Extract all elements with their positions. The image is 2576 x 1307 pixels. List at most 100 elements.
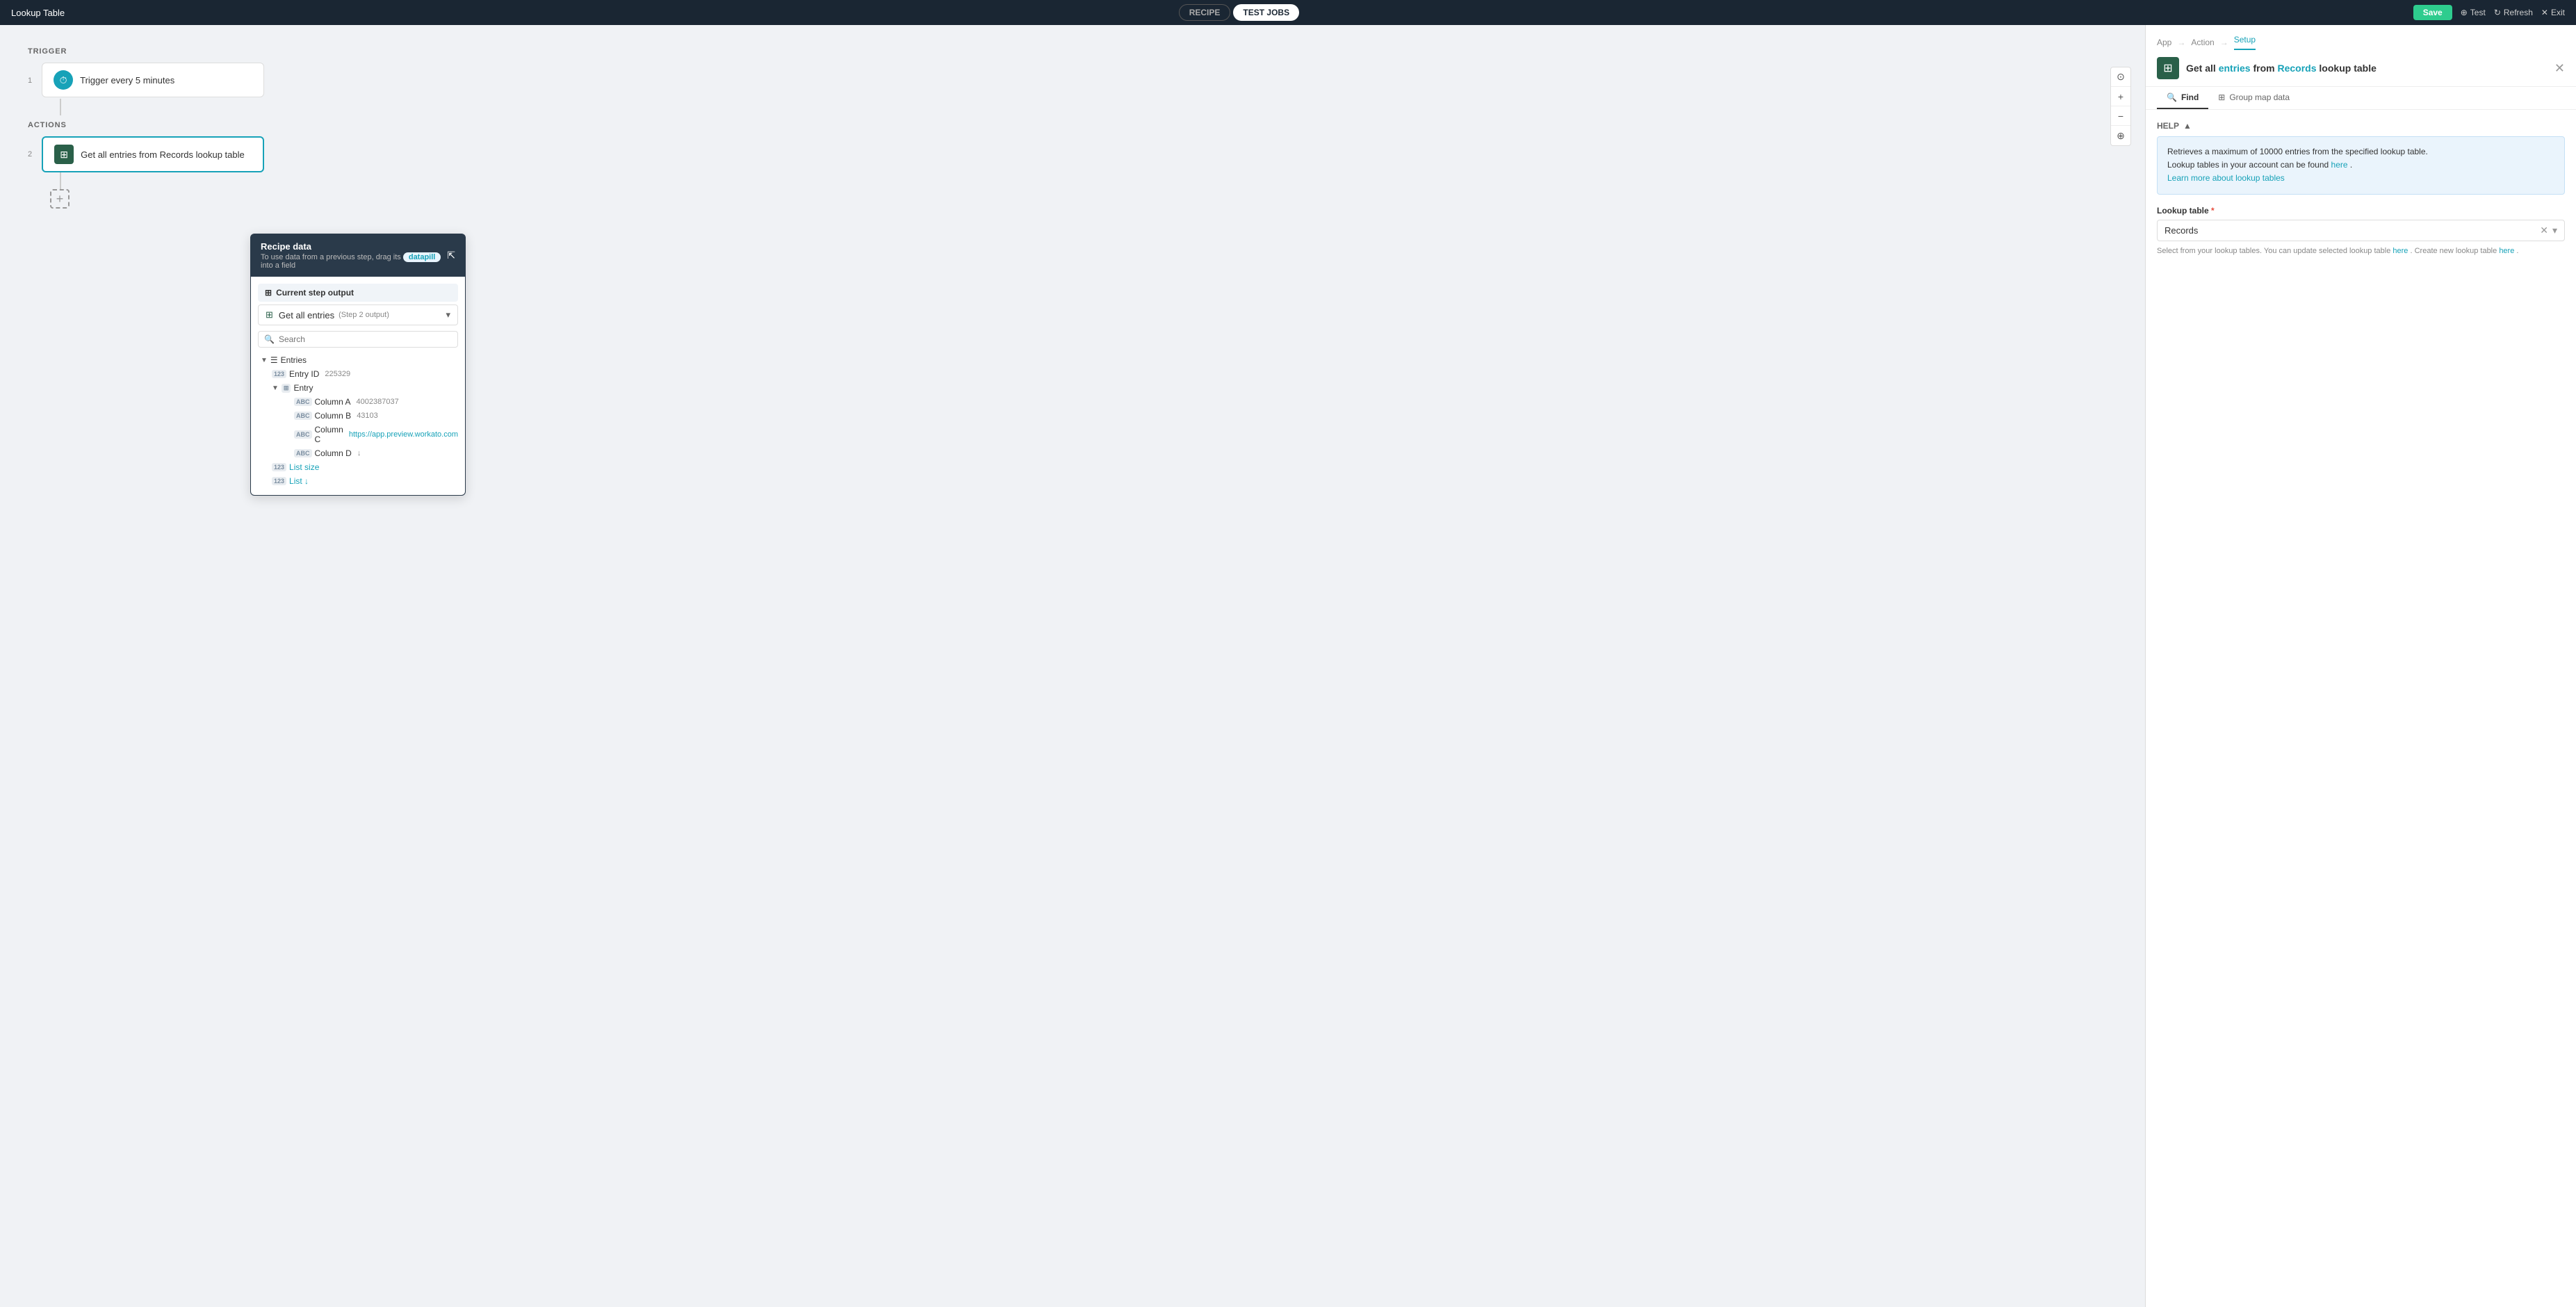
trigger-section-label: TRIGGER — [28, 47, 2117, 56]
rdp-title: Recipe data — [261, 241, 447, 252]
zoom-reset-button[interactable]: ⊙ — [2111, 67, 2130, 87]
tab-recipe[interactable]: RECIPE — [1179, 4, 1231, 21]
dropdown-chevron-icon: ▾ — [446, 309, 450, 320]
column-d-item[interactable]: ABC Column D ↓ — [291, 446, 458, 460]
main-tabs: RECIPE TEST JOBS — [1179, 4, 1299, 21]
lookup-table-label: Lookup table * — [2157, 206, 2565, 216]
exit-button[interactable]: ✕ Exit — [2541, 8, 2565, 17]
zoom-fit-button[interactable]: ⊕ — [2111, 126, 2130, 145]
rp-title-row: ⊞ Get all entries from Records lookup ta… — [2157, 57, 2565, 86]
app-title: Lookup Table — [11, 8, 65, 18]
rp-body: HELP ▲ Retrieves a maximum of 10000 entr… — [2146, 110, 2576, 1307]
rdp-expand-button[interactable]: ⇱ — [447, 250, 455, 261]
right-panel: App → Action → Setup ⊞ Get all entries f… — [2145, 25, 2576, 1307]
zoom-out-button[interactable]: − — [2111, 106, 2130, 126]
rp-tabs: 🔍 Find ⊞ Group map data — [2146, 87, 2576, 110]
exit-icon: ✕ — [2541, 8, 2548, 17]
search-icon-tab: 🔍 — [2167, 92, 2177, 102]
breadcrumb: App → Action → Setup — [2157, 35, 2565, 50]
canvas-inner: TRIGGER 1 ⏱ Trigger every 5 minutes ACTI… — [0, 25, 2145, 231]
type-number-badge-size: 123 — [272, 463, 286, 471]
help-section: HELP ▲ Retrieves a maximum of 10000 entr… — [2157, 121, 2565, 195]
step1-number: 1 — [28, 76, 32, 85]
list-icon: ☰ — [270, 355, 278, 365]
entry-group[interactable]: ▼ ⊞ Entry — [269, 381, 458, 395]
entry-id-item[interactable]: 123 Entry ID 225329 — [269, 367, 458, 381]
type-grid-badge: ⊞ — [282, 384, 291, 393]
rp-title: Get all entries from Records lookup tabl… — [2186, 63, 2377, 74]
help-header[interactable]: HELP ▲ — [2157, 121, 2565, 131]
type-string-badge-b: ABC — [294, 412, 312, 420]
list-size-item[interactable]: 123 List size — [269, 460, 458, 474]
field-hint-link1[interactable]: here — [2392, 247, 2408, 255]
step-output-sublabel: (Step 2 output) — [339, 311, 389, 319]
help-label: HELP — [2157, 121, 2179, 131]
action-icon: ⊞ — [54, 145, 74, 164]
grid-icon: ⊞ — [265, 288, 272, 298]
breadcrumb-arrow-1: → — [2177, 38, 2185, 47]
list-more-item[interactable]: 123 List ↓ — [269, 474, 458, 488]
required-indicator: * — [2211, 206, 2215, 216]
breadcrumb-app[interactable]: App — [2157, 38, 2171, 47]
action-text: Get all entries from Records lookup tabl… — [81, 149, 245, 160]
rdp-subtitle: To use data from a previous step, drag i… — [261, 253, 447, 270]
type-number-badge: 123 — [272, 370, 286, 378]
tab-find[interactable]: 🔍 Find — [2157, 87, 2208, 109]
actions-section: ACTIONS 2 ⊞ Get all entries from Records… — [28, 121, 2117, 172]
add-step-button[interactable]: + — [50, 189, 70, 209]
rdp-section-current-output: ⊞ Current step output — [258, 284, 458, 302]
step2-number: 2 — [28, 150, 32, 159]
recipe-data-panel: Recipe data To use data from a previous … — [250, 234, 466, 496]
connector-1 — [60, 99, 61, 115]
breadcrumb-setup[interactable]: Setup — [2234, 35, 2256, 50]
breadcrumb-arrow-2: → — [2220, 38, 2228, 47]
step-output-dropdown[interactable]: ⊞ Get all entries (Step 2 output) ▾ — [258, 305, 458, 325]
help-link-here[interactable]: here — [2331, 160, 2348, 170]
entry-toggle[interactable]: ▼ — [272, 384, 279, 392]
trigger-text: Trigger every 5 minutes — [80, 75, 174, 86]
group-map-icon: ⊞ — [2218, 92, 2225, 102]
zoom-in-button[interactable]: + — [2111, 87, 2130, 106]
lookup-table-hint: Select from your lookup tables. You can … — [2157, 245, 2565, 257]
main-layout: TRIGGER 1 ⏱ Trigger every 5 minutes ACTI… — [0, 25, 2576, 1307]
field-hint-link2[interactable]: here — [2499, 247, 2514, 255]
refresh-icon: ↻ — [2494, 8, 2501, 17]
test-icon: ⊕ — [2461, 8, 2468, 17]
type-string-badge-a: ABC — [294, 398, 312, 406]
tree-scroll: ▼ ☰ Entries 123 Entry ID 225329 ▼ ⊞ — [258, 353, 458, 488]
tab-test-jobs[interactable]: TEST JOBS — [1233, 4, 1299, 21]
rp-header: App → Action → Setup ⊞ Get all entries f… — [2146, 25, 2576, 87]
lookup-table-clear-button[interactable]: ✕ — [2540, 225, 2548, 236]
save-button[interactable]: Save — [2413, 5, 2452, 20]
lookup-table-value: Records — [2165, 225, 2540, 236]
lookup-table-select[interactable]: Records ✕ ▾ — [2157, 220, 2565, 241]
lookup-table-dropdown-button[interactable]: ▾ — [2552, 225, 2557, 236]
entries-toggle[interactable]: ▼ — [261, 357, 268, 364]
tab-group-map[interactable]: ⊞ Group map data — [2208, 87, 2299, 109]
search-input[interactable] — [279, 334, 452, 344]
trigger-block[interactable]: ⏱ Trigger every 5 minutes — [42, 63, 264, 97]
action-block[interactable]: ⊞ Get all entries from Records lookup ta… — [42, 136, 264, 172]
topbar: Lookup Table RECIPE TEST JOBS Save ⊕ Tes… — [0, 0, 2576, 25]
rp-action-icon: ⊞ — [2157, 57, 2179, 79]
rdp-header: Recipe data To use data from a previous … — [251, 234, 465, 277]
entries-group[interactable]: ▼ ☰ Entries — [258, 353, 458, 367]
type-string-badge-d: ABC — [294, 449, 312, 457]
step-output-label: Get all entries — [279, 310, 334, 320]
step-output-icon: ⊞ — [266, 309, 273, 320]
column-a-item[interactable]: ABC Column A 4002387037 — [291, 395, 458, 409]
type-string-badge-c: ABC — [294, 430, 312, 439]
help-content: Retrieves a maximum of 10000 entries fro… — [2157, 136, 2565, 195]
refresh-button[interactable]: ↻ Refresh — [2494, 8, 2533, 17]
test-button[interactable]: ⊕ Test — [2461, 8, 2486, 17]
datapill-badge: datapill — [403, 252, 441, 262]
rdp-body: ⊞ Current step output ⊞ Get all entries … — [251, 277, 465, 495]
breadcrumb-action[interactable]: Action — [2191, 38, 2214, 47]
trigger-icon: ⏱ — [54, 70, 73, 90]
column-b-item[interactable]: ABC Column B 43103 — [291, 409, 458, 423]
column-c-item[interactable]: ABC Column C https://app.preview.workato… — [291, 423, 458, 446]
rp-close-button[interactable]: ✕ — [2554, 61, 2565, 76]
help-link-learn-more[interactable]: Learn more about lookup tables — [2167, 173, 2285, 183]
zoom-controls: ⊙ + − ⊕ — [2110, 67, 2131, 146]
type-number-badge-more: 123 — [272, 477, 286, 485]
